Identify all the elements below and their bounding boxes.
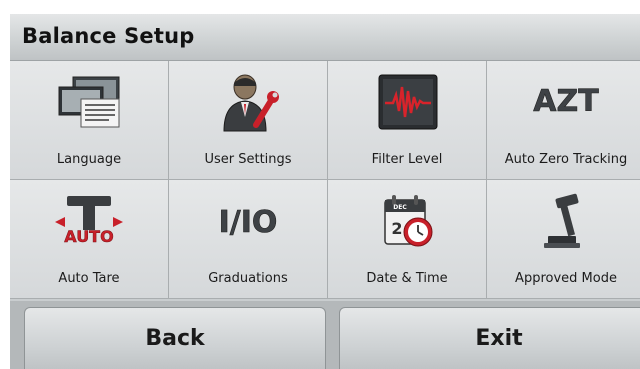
title-bar: Balance Setup	[10, 14, 640, 61]
menu-item-label: Filter Level	[371, 152, 443, 167]
menu-item-label: Language	[56, 152, 122, 167]
language-icon	[58, 76, 120, 128]
menu-item-language[interactable]: Language	[10, 61, 169, 180]
menu-item-auto-tare[interactable]: AUTO Auto Tare	[10, 180, 169, 299]
balance-setup-screen: Balance Setup Language User Settings Fil…	[10, 14, 640, 369]
io-icon-text: I/IO	[219, 205, 278, 240]
filter-level-icon	[378, 74, 438, 130]
calendar-clock-icon: DEC 2	[384, 195, 433, 247]
calendar-month-text: DEC	[393, 204, 407, 211]
auto-tare-icon: AUTO	[55, 196, 123, 246]
menu-item-approved-mode[interactable]: Approved Mode	[487, 180, 640, 299]
azt-icon: AZT	[533, 84, 600, 120]
user-settings-icon	[223, 74, 279, 132]
menu-grid: Language User Settings Filter Level AZT …	[10, 61, 640, 301]
menu-item-user-settings[interactable]: User Settings	[169, 61, 328, 180]
exit-button[interactable]: Exit	[339, 307, 640, 369]
svg-text:2: 2	[391, 219, 402, 238]
azt-icon-text: AZT	[533, 84, 599, 119]
menu-item-label: Approved Mode	[515, 271, 617, 286]
menu-item-auto-zero-tracking[interactable]: AZT Auto Zero Tracking	[487, 61, 640, 180]
menu-item-filter-level[interactable]: Filter Level	[328, 61, 487, 180]
menu-item-label: Graduations	[208, 271, 288, 286]
auto-tare-icon-text: AUTO	[64, 227, 113, 246]
gavel-icon	[544, 193, 580, 248]
page-title: Balance Setup	[22, 24, 195, 48]
menu-item-date-time[interactable]: DEC 2 Date & Time	[328, 180, 487, 299]
back-button[interactable]: Back	[24, 307, 326, 369]
menu-item-label: Auto Zero Tracking	[504, 152, 628, 167]
menu-item-label: Date & Time	[366, 271, 448, 286]
menu-item-label: User Settings	[204, 152, 292, 167]
menu-item-label: Auto Tare	[58, 271, 120, 286]
io-icon: I/IO	[218, 205, 278, 241]
menu-item-graduations[interactable]: I/IO Graduations	[169, 180, 328, 299]
bottom-bar: Back Exit	[10, 301, 640, 369]
